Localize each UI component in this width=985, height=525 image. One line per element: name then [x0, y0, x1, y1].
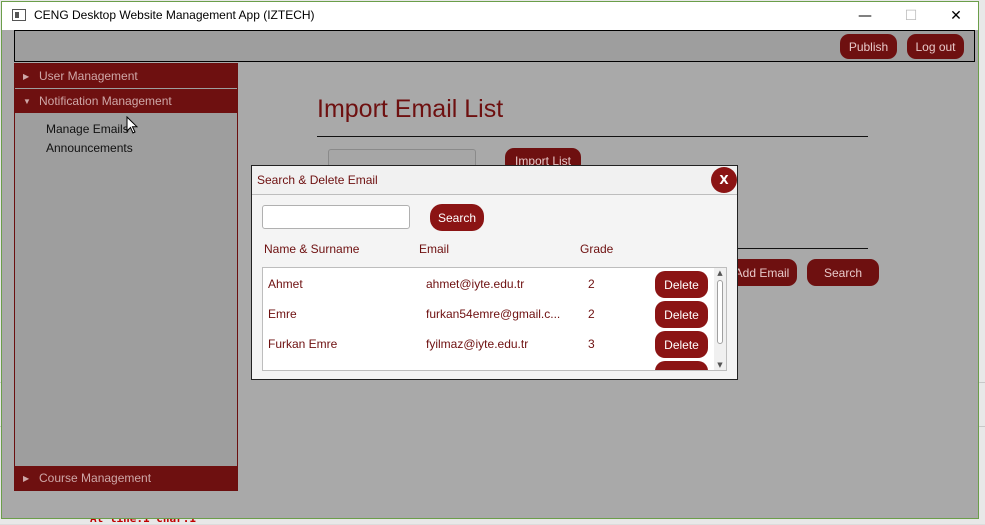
column-header-grade: Grade [580, 242, 614, 256]
title-bar[interactable]: CENG Desktop Website Management App (IZT… [2, 2, 978, 30]
cell-email: ahmet@iyte.edu.tr [426, 277, 525, 291]
scroll-thumb[interactable] [717, 280, 723, 344]
search-delete-dialog: Search & Delete Email X Search Name & Su… [251, 165, 738, 380]
email-search-input[interactable] [262, 205, 410, 229]
column-header-name: Name & Surname [264, 242, 360, 256]
column-header-email: Email [419, 242, 450, 256]
delete-button[interactable]: Delete [655, 331, 708, 358]
scroll-down-icon[interactable]: ▼ [714, 360, 726, 370]
cell-grade: 3 [588, 337, 595, 351]
publish-button[interactable]: Publish [840, 34, 897, 59]
accordion-notification-management[interactable]: ▼ Notification Management [15, 89, 237, 113]
dialog-header: Search & Delete Email X [252, 166, 737, 195]
list-item-partial [263, 359, 715, 370]
list-item: Ahmet ahmet@iyte.edu.tr 2 Delete [263, 269, 715, 299]
main-search-button[interactable]: Search [807, 259, 879, 286]
cell-name: Emre [268, 307, 297, 321]
accordion-course-management[interactable]: ▶ Course Management [15, 466, 237, 490]
chevron-right-icon: ▶ [23, 71, 30, 81]
sidebar-item-manage-emails[interactable]: Manage Emails [46, 122, 129, 136]
dialog-search-button[interactable]: Search [430, 204, 484, 231]
chevron-down-icon: ▼ [23, 96, 31, 106]
app-icon [12, 9, 26, 21]
mouse-cursor-icon [126, 116, 138, 134]
list-item: Emre furkan54emre@gmail.c... 2 Delete [263, 299, 715, 329]
cell-email: furkan54emre@gmail.c... [426, 307, 561, 321]
page-title: Import Email List [317, 95, 504, 123]
top-toolbar: Publish Log out [14, 30, 975, 62]
delete-button-partial[interactable] [655, 361, 708, 370]
section-divider [737, 248, 868, 249]
cell-name: Furkan Emre [268, 337, 338, 351]
email-list[interactable]: Ahmet ahmet@iyte.edu.tr 2 Delete Emre fu… [262, 267, 727, 371]
cell-grade: 2 [588, 307, 595, 321]
accordion-label: Notification Management [39, 94, 172, 108]
accordion-user-management[interactable]: ▶ User Management [15, 64, 237, 88]
dialog-close-button[interactable]: X [711, 167, 737, 193]
scroll-up-icon[interactable]: ▲ [714, 268, 726, 278]
sidebar-item-announcements[interactable]: Announcements [46, 141, 133, 155]
logout-button[interactable]: Log out [907, 34, 964, 59]
dialog-body: Search Name & Surname Email Grade Ahmet … [252, 195, 737, 379]
cell-name: Ahmet [268, 277, 303, 291]
cell-email: fyilmaz@iyte.edu.tr [426, 337, 529, 351]
accordion-label: User Management [39, 69, 138, 83]
list-scrollbar[interactable]: ▲ ▼ [714, 268, 726, 370]
maximize-button[interactable]: ☐ [888, 2, 934, 30]
list-item: Furkan Emre fyilmaz@iyte.edu.tr 3 Delete [263, 329, 715, 359]
dialog-title: Search & Delete Email [257, 173, 378, 187]
window-title: CENG Desktop Website Management App (IZT… [34, 8, 315, 22]
chevron-right-icon: ▶ [23, 473, 30, 483]
delete-button[interactable]: Delete [655, 271, 708, 298]
accordion-label: Course Management [39, 471, 152, 485]
delete-button[interactable]: Delete [655, 301, 708, 328]
cell-grade: 2 [588, 277, 595, 291]
title-divider [317, 136, 868, 137]
minimize-button[interactable]: — [842, 2, 888, 30]
close-window-button[interactable]: ✕ [933, 2, 979, 30]
